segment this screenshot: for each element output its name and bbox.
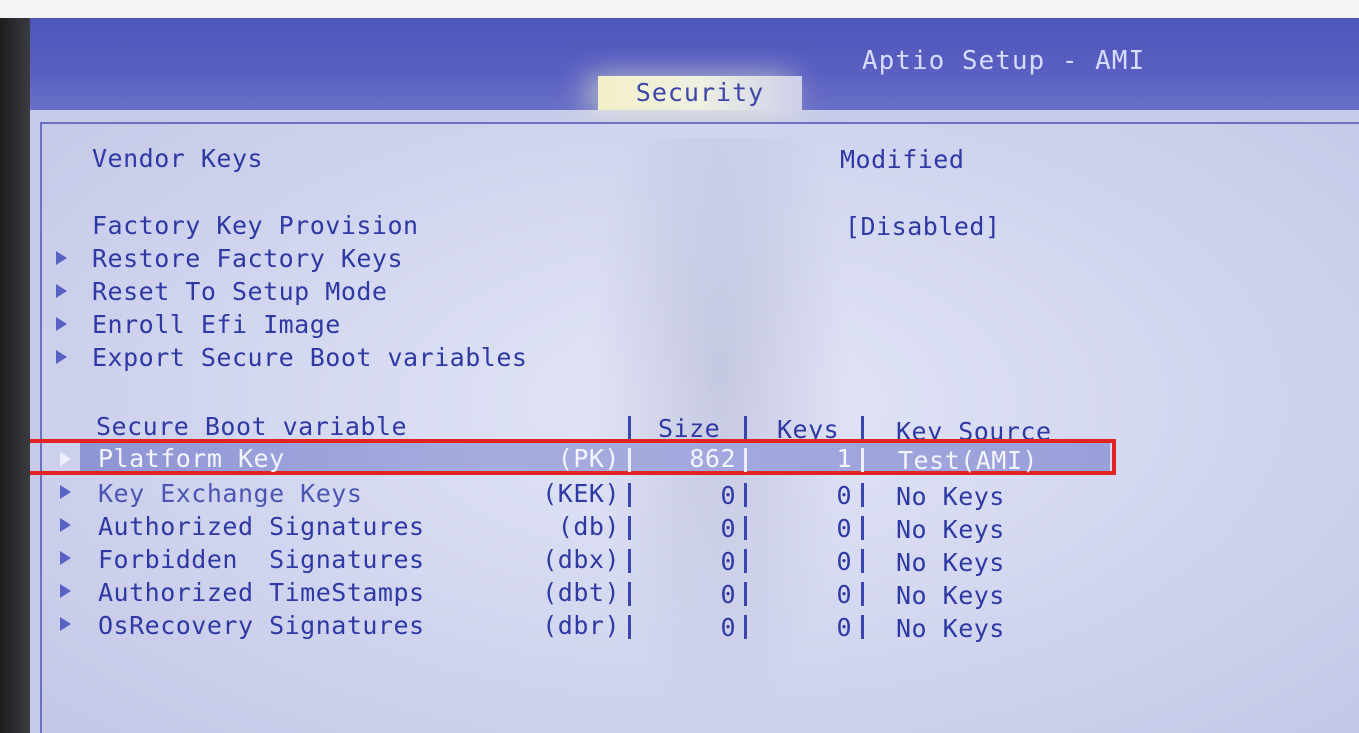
dbr-name[interactable]: OsRecovery Signatures — [98, 610, 425, 642]
dbt-name[interactable]: Authorized TimeStamps — [98, 577, 425, 609]
factory-key-provision-value[interactable]: [Disabled] — [845, 211, 1001, 243]
dbt-source: No Keys — [896, 581, 1005, 610]
db-source: No Keys — [896, 515, 1005, 544]
dbx-size: 0 — [720, 547, 736, 576]
db-size: 0 — [720, 514, 736, 543]
column-separator — [861, 483, 864, 507]
column-separator — [628, 549, 631, 573]
column-separator — [744, 416, 747, 440]
column-separator — [628, 615, 631, 639]
submenu-arrow-icon — [60, 518, 71, 532]
enroll-efi-image-item[interactable]: Enroll Efi Image — [92, 309, 341, 341]
submenu-arrow-icon — [56, 350, 67, 364]
dbr-size: 0 — [720, 613, 736, 642]
column-separator — [628, 448, 631, 472]
submenu-arrow-icon — [60, 617, 71, 631]
platform-key-source: Test(AMI) — [898, 446, 1038, 475]
submenu-arrow-icon — [60, 551, 71, 565]
reset-to-setup-mode-item[interactable]: Reset To Setup Mode — [92, 276, 387, 308]
dbx-keys: 0 — [836, 547, 852, 576]
column-separator — [744, 483, 747, 507]
platform-key-abbr: (PK) — [557, 444, 620, 473]
monitor-bezel-top — [0, 0, 1359, 18]
dbx-source: No Keys — [896, 548, 1005, 577]
submenu-arrow-icon — [60, 452, 71, 466]
bios-screen: Aptio Setup - AMI Security Vendor Keys M… — [30, 18, 1359, 733]
kek-name[interactable]: Key Exchange Keys — [98, 478, 362, 510]
column-separator — [744, 615, 747, 639]
dbt-keys: 0 — [836, 580, 852, 609]
kek-source: No Keys — [896, 482, 1005, 511]
tab-security[interactable]: Security — [598, 76, 802, 110]
platform-key-name[interactable]: Platform Key — [98, 443, 285, 475]
column-separator — [861, 448, 864, 472]
submenu-arrow-icon — [56, 251, 67, 265]
column-separator — [628, 416, 631, 440]
column-separator — [628, 483, 631, 507]
column-separator — [628, 582, 631, 606]
column-separator — [744, 516, 747, 540]
column-separator — [861, 549, 864, 573]
dbr-keys: 0 — [836, 613, 852, 642]
kek-keys: 0 — [836, 481, 852, 510]
db-keys: 0 — [836, 514, 852, 543]
submenu-arrow-icon — [56, 317, 67, 331]
submenu-arrow-icon — [56, 284, 67, 298]
dbx-abbr: (dbx) — [542, 545, 620, 574]
submenu-arrow-icon — [60, 584, 71, 598]
db-name[interactable]: Authorized Signatures — [98, 511, 425, 543]
header-bar: Aptio Setup - AMI Security — [30, 18, 1359, 110]
app-title: Aptio Setup - AMI — [862, 46, 1146, 76]
monitor-bezel-left — [0, 18, 30, 733]
dbt-abbr: (dbt) — [542, 578, 620, 607]
platform-key-size: 862 — [689, 444, 736, 473]
column-separator — [861, 615, 864, 639]
kek-abbr: (KEK) — [542, 479, 620, 508]
submenu-arrow-icon — [60, 485, 71, 499]
column-separator — [744, 448, 747, 472]
vendor-keys-value: Modified — [840, 145, 965, 174]
vendor-keys-label: Vendor Keys — [92, 144, 264, 173]
column-separator — [861, 416, 864, 440]
platform-key-keys: 1 — [836, 444, 852, 473]
dbx-name[interactable]: Forbidden Signatures — [98, 544, 425, 576]
dbr-abbr: (dbr) — [542, 611, 620, 640]
kek-size: 0 — [720, 481, 736, 510]
dbt-size: 0 — [720, 580, 736, 609]
restore-factory-keys-item[interactable]: Restore Factory Keys — [92, 243, 403, 275]
factory-key-provision-label[interactable]: Factory Key Provision — [92, 210, 419, 242]
column-separator — [744, 582, 747, 606]
column-separator — [628, 516, 631, 540]
column-separator — [744, 549, 747, 573]
column-separator — [861, 516, 864, 540]
db-abbr: (db) — [557, 512, 620, 541]
export-secure-boot-variables-item[interactable]: Export Secure Boot variables — [92, 342, 527, 374]
column-separator — [861, 582, 864, 606]
dbr-source: No Keys — [896, 614, 1005, 643]
